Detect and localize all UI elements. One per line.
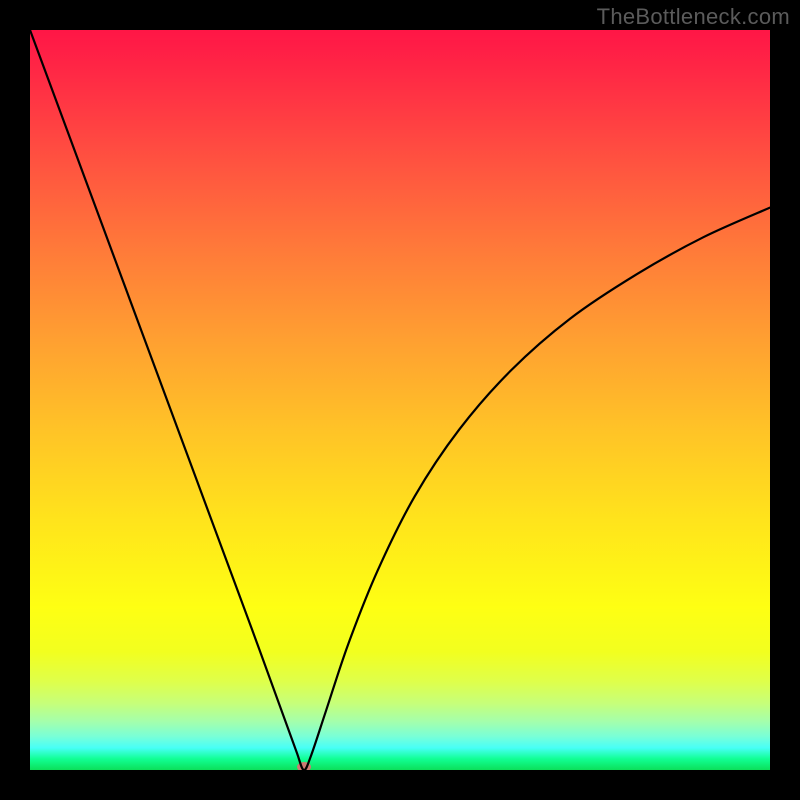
- chart-plot-area: [30, 30, 770, 770]
- bottleneck-curve: [30, 30, 770, 770]
- watermark-text: TheBottleneck.com: [597, 4, 790, 30]
